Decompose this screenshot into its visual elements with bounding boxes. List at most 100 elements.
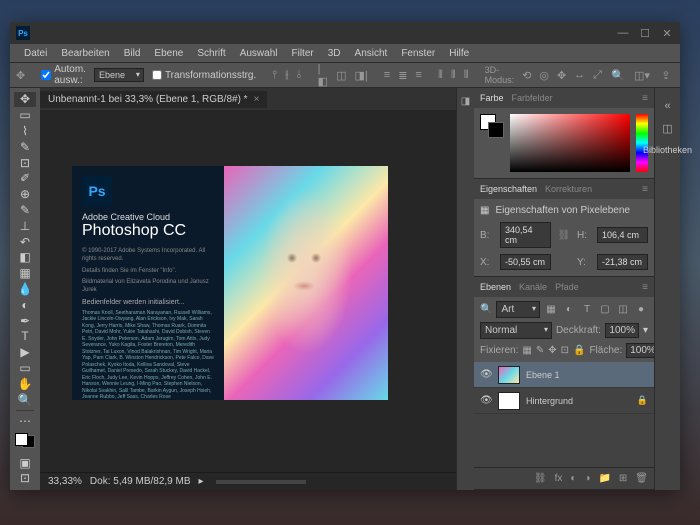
distribute-top-icon[interactable]: ≡ — [384, 67, 390, 83]
mask-icon[interactable]: ◐ — [570, 473, 576, 484]
libraries-label[interactable]: Bibliotheken — [643, 145, 692, 155]
align-left-icon[interactable]: |◧ — [318, 67, 328, 83]
align-vcenter-icon[interactable]: ⫲ — [285, 67, 289, 83]
tab-layers[interactable]: Ebenen — [480, 282, 511, 292]
workspace-icon[interactable]: ◫▾ — [634, 67, 650, 83]
close-tab-icon[interactable]: × — [254, 94, 260, 105]
pen-tool[interactable]: ✒ — [14, 313, 36, 328]
menu-edit[interactable]: Bearbeiten — [55, 46, 115, 61]
gradient-tool[interactable]: ▦ — [14, 266, 36, 281]
color-swatch[interactable] — [15, 433, 35, 448]
new-layer-icon[interactable]: ⊞ — [619, 473, 627, 484]
visibility-icon[interactable]: 👁 — [480, 369, 492, 380]
tab-properties[interactable]: Eigenschaften — [480, 184, 537, 194]
link-wh-icon[interactable]: ⛓ — [557, 230, 571, 241]
color-spectrum[interactable] — [510, 114, 630, 172]
expand-icon[interactable]: « — [664, 100, 670, 112]
link-layers-icon[interactable]: ⛓ — [534, 473, 547, 484]
blur-tool[interactable]: 💧 — [14, 282, 36, 297]
3d-orbit-icon[interactable]: ⟲ — [522, 67, 531, 83]
filter-icon[interactable]: 🔍 — [480, 304, 492, 315]
filter-toggle-icon[interactable]: ● — [634, 304, 648, 315]
move-tool[interactable]: ✥ — [14, 92, 36, 107]
distribute-right-icon[interactable]: ⦀ — [464, 67, 469, 83]
crop-tool[interactable]: ⊡ — [14, 155, 36, 170]
align-hcenter-icon[interactable]: ◫ — [336, 67, 346, 83]
menu-layer[interactable]: Ebene — [148, 46, 189, 61]
menu-file[interactable]: Datei — [18, 46, 53, 61]
search-icon[interactable]: 🔍 — [610, 67, 626, 83]
filter-type-icon[interactable]: T — [580, 304, 594, 315]
lock-trans-icon[interactable]: ▦ — [522, 345, 531, 356]
layer-name[interactable]: Hintergrund — [526, 396, 631, 406]
layer-row[interactable]: 👁 Hintergrund 🔒 — [474, 388, 654, 414]
3d-pan-icon[interactable]: ✥ — [557, 67, 566, 83]
quick-select-tool[interactable]: ✎ — [14, 139, 36, 154]
align-bottom-icon[interactable]: ⫰ — [297, 67, 302, 83]
menu-view[interactable]: Ansicht — [349, 46, 394, 61]
height-field[interactable]: 106,4 cm — [597, 227, 648, 243]
visibility-icon[interactable]: 👁 — [480, 395, 492, 406]
quickmask-tool[interactable]: ▣ — [14, 455, 36, 470]
libraries-icon[interactable]: ◫ — [662, 122, 672, 135]
tab-swatches[interactable]: Farbfelder — [512, 93, 553, 103]
canvas[interactable]: Ps Adobe Creative Cloud Photoshop CC © 1… — [40, 110, 456, 472]
healing-tool[interactable]: ⊕ — [14, 187, 36, 202]
color-swatch-panel[interactable] — [480, 114, 504, 138]
close-button[interactable]: ✕ — [660, 27, 674, 40]
3d-zoom-icon[interactable]: ⤢ — [593, 67, 602, 83]
3d-slide-icon[interactable]: ↔ — [574, 67, 585, 83]
align-top-icon[interactable]: ⫯ — [272, 67, 277, 83]
menu-filter[interactable]: Filter — [286, 46, 320, 61]
eyedropper-tool[interactable]: ✐ — [14, 171, 36, 186]
minimize-button[interactable]: — — [616, 27, 630, 40]
tab-adjustments[interactable]: Korrekturen — [545, 184, 592, 194]
align-right-icon[interactable]: ◨| — [354, 67, 367, 83]
marquee-tool[interactable]: ▭ — [14, 108, 36, 123]
screenmode-tool[interactable]: ⊡ — [14, 471, 36, 486]
auto-select-checkbox[interactable]: Autom. ausw.: — [41, 64, 86, 86]
filter-shape-icon[interactable]: ▢ — [598, 304, 612, 315]
lock-all-icon[interactable]: 🔒 — [573, 345, 585, 356]
layer-name[interactable]: Ebene 1 — [526, 370, 648, 380]
y-field[interactable]: -21,38 cm — [597, 254, 648, 270]
panel-menu-icon[interactable]: ≡ — [642, 184, 648, 195]
tab-channels[interactable]: Kanäle — [519, 282, 547, 292]
panel-menu-icon[interactable]: ≡ — [642, 93, 648, 104]
layer-thumbnail[interactable] — [498, 392, 520, 410]
blend-mode-dropdown[interactable]: Normal — [480, 322, 552, 339]
brush-tool[interactable]: ✎ — [14, 203, 36, 218]
delete-layer-icon[interactable]: 🗑 — [635, 473, 648, 484]
menu-select[interactable]: Auswahl — [234, 46, 284, 61]
type-tool[interactable]: T — [14, 329, 36, 344]
eraser-tool[interactable]: ◧ — [14, 250, 36, 265]
tab-paths[interactable]: Pfade — [555, 282, 579, 292]
adjustment-icon[interactable]: ◑ — [584, 473, 590, 484]
edit-toolbar[interactable]: ⋯ — [14, 414, 36, 429]
doc-size[interactable]: Dok: 5,49 MB/82,9 MB — [90, 476, 191, 487]
lock-artboard-icon[interactable]: ⊡ — [561, 345, 569, 356]
tab-color[interactable]: Farbe — [480, 93, 504, 103]
layer-thumbnail[interactable] — [498, 366, 520, 384]
filter-adjust-icon[interactable]: ◐ — [562, 304, 576, 315]
menu-3d[interactable]: 3D — [322, 46, 347, 61]
auto-select-dropdown[interactable]: Ebene — [94, 68, 144, 82]
layer-row[interactable]: 👁 Ebene 1 — [474, 362, 654, 388]
width-field[interactable]: 340,54 cm — [500, 222, 551, 248]
menu-window[interactable]: Fenster — [395, 46, 441, 61]
filter-pixel-icon[interactable]: ▦ — [544, 304, 558, 315]
hand-tool[interactable]: ✋ — [14, 376, 36, 391]
lock-icon[interactable]: 🔒 — [637, 395, 648, 406]
lock-image-icon[interactable]: ✎ — [536, 345, 544, 356]
hue-bar[interactable] — [636, 114, 648, 172]
filter-smart-icon[interactable]: ◫ — [616, 304, 630, 315]
status-arrow-icon[interactable]: ▸ — [199, 476, 204, 487]
share-icon[interactable]: ⇪ — [658, 67, 674, 83]
distribute-hcenter-icon[interactable]: ⦀ — [451, 67, 456, 83]
transform-controls-checkbox[interactable]: Transformationsstrg. — [152, 70, 256, 81]
layer-filter-dropdown[interactable]: Art — [496, 301, 540, 318]
history-brush-tool[interactable]: ↶ — [14, 234, 36, 249]
maximize-button[interactable]: ☐ — [638, 27, 652, 40]
distribute-left-icon[interactable]: ⦀ — [438, 67, 443, 83]
shape-tool[interactable]: ▭ — [14, 361, 36, 376]
